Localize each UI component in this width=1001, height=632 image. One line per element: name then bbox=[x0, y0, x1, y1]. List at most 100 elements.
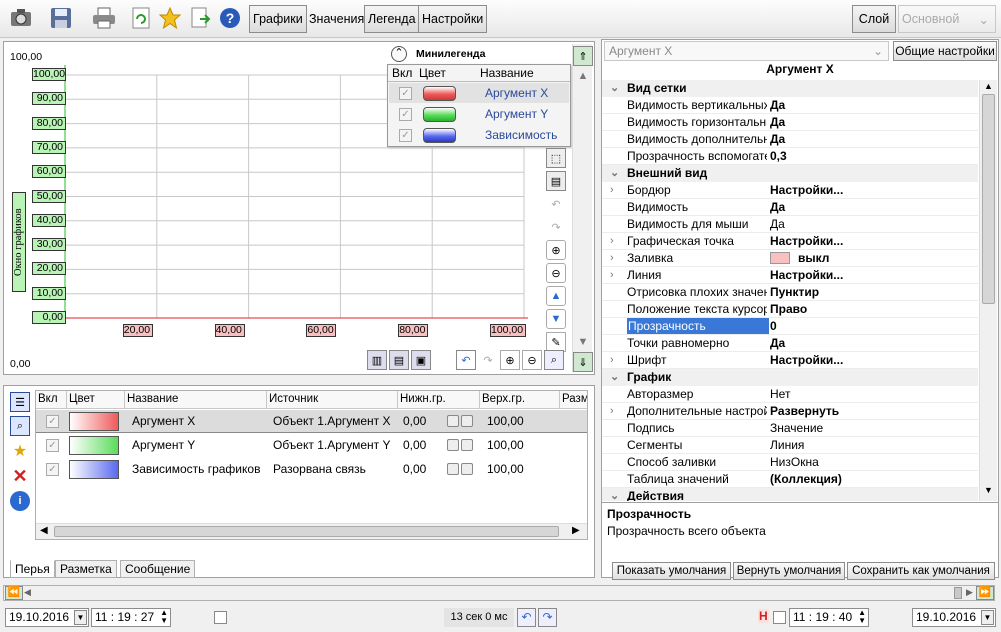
property-category[interactable]: ⌄ Вид сетки bbox=[602, 80, 978, 97]
col-header-low[interactable]: Нижн.гр. bbox=[398, 391, 480, 409]
columns-icon[interactable]: ▥ bbox=[367, 350, 387, 370]
property-scrollbar[interactable]: ▲ ▼ bbox=[979, 80, 997, 501]
property-category[interactable]: ⌄ Действия bbox=[602, 488, 978, 501]
property-value[interactable]: Развернуть bbox=[770, 403, 839, 419]
zoom-out-icon[interactable]: ⊖ bbox=[522, 350, 542, 370]
show-defaults-button[interactable]: Показать умолчания bbox=[612, 562, 731, 580]
property-value[interactable]: Значение bbox=[770, 420, 823, 436]
col-header-color[interactable]: Цвет bbox=[67, 391, 125, 409]
scroll-down-icon[interactable]: ▼ bbox=[573, 332, 593, 352]
redo-icon[interactable]: ↷ bbox=[478, 350, 498, 370]
calendar-dropdown-icon[interactable]: ▼ bbox=[981, 610, 994, 625]
expand-icon[interactable]: › bbox=[610, 233, 614, 249]
minilegend-row[interactable]: ✓ Зависимость bbox=[389, 125, 569, 145]
export-icon[interactable] bbox=[188, 5, 214, 31]
property-row[interactable]: Сегменты Линия bbox=[602, 437, 978, 454]
scroll-down-icon[interactable]: ▼ bbox=[984, 485, 993, 495]
time-end-field[interactable]: 11 : 19 : 40 ▲ ▼ bbox=[789, 608, 869, 627]
row-checkbox[interactable]: ✓ bbox=[46, 439, 59, 452]
property-value[interactable]: Настройки... bbox=[770, 233, 843, 249]
time-start-field[interactable]: 11 : 19 : 27 ▲ ▼ bbox=[91, 608, 171, 627]
move-up-icon[interactable]: ▲ bbox=[546, 286, 566, 306]
property-value[interactable]: Да bbox=[770, 114, 785, 130]
property-category[interactable]: ⌄ График bbox=[602, 369, 978, 386]
expand-icon[interactable]: › bbox=[610, 352, 614, 368]
property-row[interactable]: Способ заливки НизОкна bbox=[602, 454, 978, 471]
spinner-icon[interactable]: ▲ ▼ bbox=[160, 609, 168, 625]
property-row[interactable]: Отрисовка плохих значенийПунктир bbox=[602, 284, 978, 301]
property-row[interactable]: Положение текста курсора Право bbox=[602, 301, 978, 318]
zoom-out-icon[interactable]: ⊖ bbox=[546, 263, 566, 283]
property-value[interactable]: Да bbox=[770, 216, 785, 232]
property-value[interactable]: Настройки... bbox=[770, 352, 843, 368]
row-checkbox[interactable]: ✓ bbox=[46, 463, 59, 476]
camera-icon[interactable] bbox=[8, 5, 34, 31]
tab-graphs[interactable]: Графики bbox=[249, 5, 307, 33]
collapse-icon[interactable]: ⌄ bbox=[610, 488, 619, 501]
layer-button[interactable]: Слой bbox=[852, 5, 896, 33]
row-color-swatch[interactable] bbox=[69, 412, 119, 431]
property-value[interactable]: 0 bbox=[770, 318, 777, 334]
move-down-icon[interactable]: ▼ bbox=[546, 309, 566, 329]
tab-message[interactable]: Сообщение bbox=[120, 560, 196, 578]
object-select[interactable]: Аргумент X ⌄ bbox=[604, 41, 889, 61]
link-icon[interactable] bbox=[447, 463, 459, 475]
expand-icon[interactable]: › bbox=[610, 267, 614, 283]
property-row[interactable]: Прозрачность 0 bbox=[602, 318, 978, 335]
property-value[interactable]: Линия bbox=[770, 437, 804, 453]
date-end-field[interactable]: 19.10.2016 ▼ bbox=[912, 608, 996, 627]
minilegend-checkbox[interactable]: ✓ bbox=[399, 108, 412, 121]
edit-icon[interactable]: ✎ bbox=[546, 332, 566, 352]
tab-settings[interactable]: Настройки bbox=[418, 5, 488, 33]
collapse-icon[interactable]: ⌄ bbox=[610, 369, 619, 385]
calendar-dropdown-icon[interactable]: ▼ bbox=[74, 610, 87, 625]
scroll-thumb[interactable] bbox=[54, 526, 559, 537]
scroll-right-icon[interactable]: ▶ bbox=[572, 525, 580, 536]
col-header-on[interactable]: Вкл bbox=[36, 391, 67, 409]
restore-defaults-button[interactable]: Вернуть умолчания bbox=[733, 562, 845, 580]
property-row[interactable]: Видимость горизонтальных Да bbox=[602, 114, 978, 131]
star-icon[interactable] bbox=[157, 5, 183, 31]
property-value[interactable]: Пунктир bbox=[770, 284, 819, 300]
timeline-scrollbar[interactable]: ⏪ ◀ ▶ ⏩ bbox=[3, 585, 995, 601]
property-row[interactable]: › Графическая точка Настройки... bbox=[602, 233, 978, 250]
scroll-thumb[interactable] bbox=[982, 94, 995, 304]
refresh-icon[interactable] bbox=[128, 5, 154, 31]
undo-icon[interactable]: ↶ bbox=[546, 194, 566, 214]
scroll-bottom-icon[interactable]: ⇓ bbox=[573, 352, 593, 372]
property-row[interactable]: Видимость дополнительныхДа bbox=[602, 131, 978, 148]
date-start-field[interactable]: 19.10.2016 ▼ bbox=[5, 608, 89, 627]
scroll-left-icon[interactable]: ◀ bbox=[24, 587, 31, 598]
redo-icon[interactable]: ↷ bbox=[538, 608, 557, 627]
common-settings-button[interactable]: Общие настройки bbox=[893, 41, 997, 61]
minilegend-row[interactable]: ✓ Аргумент X bbox=[389, 83, 569, 103]
chart-scrollbar[interactable]: ⇑ ▲ ▼ ⇓ bbox=[572, 44, 593, 372]
save-icon[interactable] bbox=[48, 5, 74, 31]
undo-icon[interactable]: ↶ bbox=[517, 608, 536, 627]
property-value[interactable]: НизОкна bbox=[770, 454, 819, 470]
property-row[interactable]: › Шрифт Настройки... bbox=[602, 352, 978, 369]
ruler-icon[interactable]: ▤ bbox=[546, 171, 566, 191]
zoom-in-icon[interactable]: ⊕ bbox=[546, 240, 566, 260]
save-defaults-button[interactable]: Сохранить как умолчания bbox=[847, 562, 995, 580]
property-row[interactable]: Таблица значений (Коллекция) bbox=[602, 471, 978, 488]
frame-icon[interactable]: ▣ bbox=[411, 350, 431, 370]
expand-icon[interactable]: › bbox=[610, 182, 614, 198]
col-header-high[interactable]: Верх.гр. bbox=[480, 391, 560, 409]
fast-forward-icon[interactable]: ⏩ bbox=[976, 586, 994, 600]
scroll-thumb[interactable] bbox=[954, 587, 962, 599]
fill-color-swatch[interactable] bbox=[770, 252, 790, 264]
property-row[interactable]: Видимость вертикальных Да bbox=[602, 97, 978, 114]
scroll-top-icon[interactable]: ⇑ bbox=[573, 46, 593, 66]
tab-pens[interactable]: Перья bbox=[10, 560, 55, 578]
property-value[interactable]: Да bbox=[770, 335, 785, 351]
help-icon[interactable]: ? bbox=[217, 5, 243, 31]
col-header-name[interactable]: Название bbox=[125, 391, 267, 409]
property-value[interactable]: 0,3 bbox=[770, 148, 787, 164]
scroll-up-icon[interactable]: ▲ bbox=[573, 66, 593, 86]
property-row[interactable]: Видимость Да bbox=[602, 199, 978, 216]
property-row[interactable]: › Заливка выкл bbox=[602, 250, 978, 267]
minilegend-checkbox[interactable]: ✓ bbox=[399, 129, 412, 142]
row-checkbox[interactable]: ✓ bbox=[46, 415, 59, 428]
property-value[interactable]: Настройки... bbox=[770, 267, 843, 283]
